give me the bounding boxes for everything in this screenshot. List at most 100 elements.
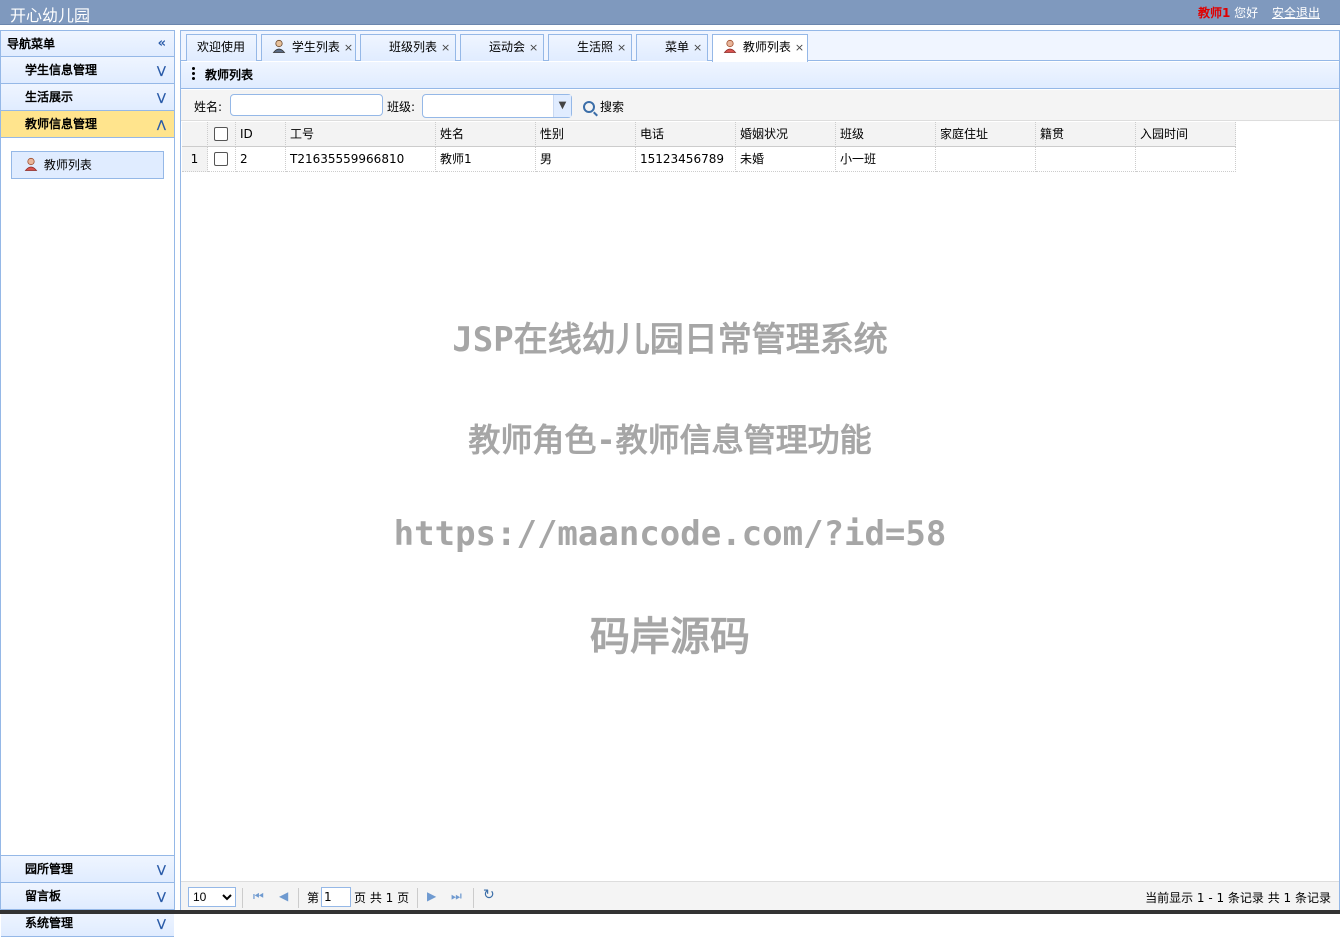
column-header-gender[interactable]: 性别 (536, 122, 636, 147)
sidebar-section-label: 教师信息管理 (25, 117, 98, 131)
taskbar-strip (0, 910, 1340, 914)
sidebar-item-label: 教师列表 (43, 158, 92, 172)
sidebar-section-system[interactable]: 系统管理 ⋁ (1, 910, 174, 937)
cell-gender: 男 (536, 147, 636, 172)
watermark-line-3: https://maancode.com/?id=58 (393, 514, 947, 554)
collapse-left-icon[interactable]: « (158, 31, 166, 57)
chevron-down-icon[interactable]: ▼ (553, 95, 571, 117)
cell-address (936, 147, 1036, 172)
tab-label: 菜单 (665, 40, 690, 54)
chevron-down-icon: ⋁ (156, 91, 166, 104)
close-icon[interactable]: × (795, 41, 804, 54)
next-page-icon[interactable]: ▶ (427, 889, 436, 903)
search-toolbar: 姓名: 班级: ▼ 搜索 (181, 90, 1339, 121)
column-header-class[interactable]: 班级 (836, 122, 936, 147)
cell-enroll-date (1136, 147, 1236, 172)
sidebar-item-teacher-list[interactable]: 教师列表 (11, 151, 164, 179)
close-icon[interactable]: × (693, 41, 702, 54)
sidebar-section-label: 系统管理 (25, 916, 74, 930)
page-number-input[interactable]: 1 (321, 887, 351, 907)
column-header-address[interactable]: 家庭住址 (936, 122, 1036, 147)
nav-menu-title-text: 导航菜单 (7, 37, 56, 51)
close-icon[interactable]: × (344, 41, 353, 54)
name-input[interactable] (230, 94, 383, 116)
tab-label: 运动会 (489, 40, 526, 54)
pagination-bar: 10 ⏮ ◀ 第 1 页 共 1 页 ▶ ⏭ ↻ 当前显示 1 - 1 条记录 … (181, 881, 1339, 913)
chevron-up-icon: ⋀ (156, 118, 166, 131)
app-title: 开心幼儿园 (10, 6, 91, 25)
chevron-down-icon: ⋁ (156, 890, 166, 903)
first-page-icon[interactable]: ⏮ (253, 889, 264, 904)
column-header-enroll-date[interactable]: 入园时间 (1136, 122, 1236, 147)
sidebar-section-school[interactable]: 园所管理 ⋁ (1, 856, 174, 883)
rownum-header (182, 122, 208, 147)
main-panel: 欢迎使用 学生列表 × 班级列表 × 运动会 × 生活照 × 菜单 × 教师列表 × (180, 30, 1340, 914)
page-prefix: 第 (307, 891, 320, 905)
column-header-id[interactable]: ID (236, 122, 286, 147)
close-icon[interactable]: × (529, 41, 538, 54)
search-button-label: 搜索 (600, 100, 625, 114)
teacher-icon (24, 157, 38, 171)
watermark-line-1: JSP在线幼儿园日常管理系统 (452, 320, 888, 360)
refresh-icon[interactable]: ↻ (483, 887, 495, 903)
chevron-down-icon: ⋁ (156, 64, 166, 77)
cell-id: 2 (236, 147, 286, 172)
grid-header: ID 工号 姓名 性别 电话 婚姻状况 班级 家庭住址 籍贯 入园时间 (182, 122, 1237, 147)
watermark-line-2: 教师角色-教师信息管理功能 (468, 421, 872, 459)
tab-bar: 欢迎使用 学生列表 × 班级列表 × 运动会 × 生活照 × 菜单 × 教师列表 × (181, 31, 1339, 62)
greeting: 您好 (1234, 6, 1259, 20)
prev-page-icon[interactable]: ◀ (279, 889, 288, 903)
watermark-line-4: 码岸源码 (590, 614, 750, 660)
cell-phone: 15123456789 (636, 147, 736, 172)
user-name: 教师1 (1197, 6, 1231, 20)
tab-label: 教师列表 (742, 40, 791, 54)
cell-work-no: T21635559966810 (286, 147, 436, 172)
more-vertical-icon (192, 67, 196, 82)
page-total: 页 共 1 页 (354, 891, 410, 905)
chevron-down-icon: ⋁ (156, 863, 166, 876)
tab-label: 班级列表 (389, 40, 438, 54)
tab-menu[interactable]: 菜单 × (636, 34, 708, 61)
column-header-marital[interactable]: 婚姻状况 (736, 122, 836, 147)
tab-sports[interactable]: 运动会 × (460, 34, 544, 61)
sidebar-section-student[interactable]: 学生信息管理 ⋁ (1, 57, 174, 84)
tab-student-list[interactable]: 学生列表 × (261, 34, 356, 61)
logout-link[interactable]: 安全退出 (1272, 6, 1320, 20)
tab-teacher-list[interactable]: 教师列表 × (712, 34, 808, 62)
tab-welcome[interactable]: 欢迎使用 (186, 34, 257, 61)
table-row[interactable]: 1 2 T21635559966810 教师1 男 15123456789 未婚… (182, 147, 1237, 172)
column-header-hometown[interactable]: 籍贯 (1036, 122, 1136, 147)
name-label: 姓名: (194, 100, 223, 114)
divider (473, 888, 474, 908)
close-icon[interactable]: × (441, 41, 450, 54)
page-size-select[interactable]: 10 (188, 887, 236, 907)
column-header-work-no[interactable]: 工号 (286, 122, 436, 147)
cell-class: 小一班 (836, 147, 936, 172)
cell-name: 教师1 (436, 147, 536, 172)
chevron-down-icon: ⋁ (156, 917, 166, 930)
sidebar-section-teacher[interactable]: 教师信息管理 ⋀ (1, 111, 174, 138)
student-icon (272, 39, 286, 53)
class-label: 班级: (387, 100, 416, 114)
sidebar-section-messages[interactable]: 留言板 ⋁ (1, 883, 174, 910)
sidebar: 导航菜单 « 学生信息管理 ⋁ 生活展示 ⋁ 教师信息管理 ⋀ 教师列表 园所管… (0, 30, 175, 937)
tab-class-list[interactable]: 班级列表 × (360, 34, 456, 61)
sidebar-section-label: 学生信息管理 (25, 63, 98, 77)
sidebar-section-life[interactable]: 生活展示 ⋁ (1, 84, 174, 111)
close-icon[interactable]: × (617, 41, 626, 54)
column-header-name[interactable]: 姓名 (436, 122, 536, 147)
class-select[interactable]: ▼ (422, 94, 572, 118)
select-all-checkbox[interactable] (208, 122, 236, 147)
sidebar-section-label: 园所管理 (25, 862, 74, 876)
row-checkbox[interactable] (208, 147, 236, 172)
last-page-icon[interactable]: ⏭ (451, 889, 462, 904)
search-button[interactable]: 搜索 (583, 98, 624, 115)
sidebar-section-label: 留言板 (25, 889, 62, 903)
tab-label: 欢迎使用 (197, 40, 246, 54)
divider (298, 888, 299, 908)
tab-life-photos[interactable]: 生活照 × (548, 34, 632, 61)
column-header-phone[interactable]: 电话 (636, 122, 736, 147)
teacher-icon (723, 39, 737, 53)
divider (417, 888, 418, 908)
row-number: 1 (182, 147, 208, 172)
